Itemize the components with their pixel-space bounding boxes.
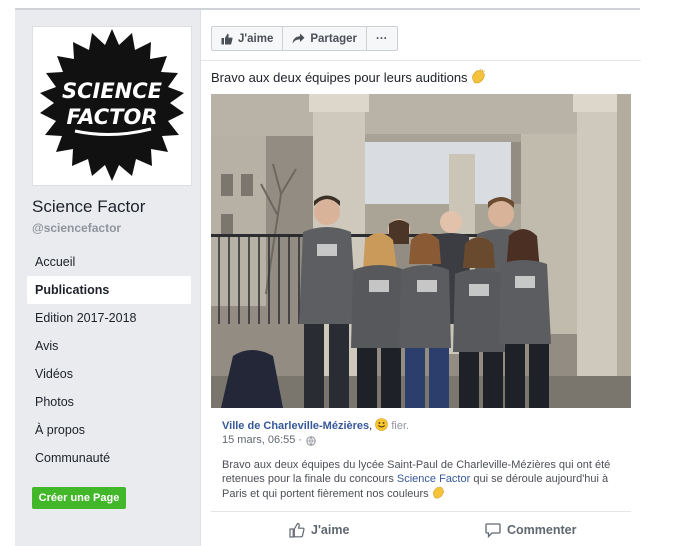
- science-factor-link[interactable]: Science Factor: [397, 473, 470, 485]
- nav-item-avis[interactable]: Avis: [27, 332, 191, 360]
- timestamp-text[interactable]: 15 mars, 06:55 ·: [222, 433, 302, 448]
- more-options-button[interactable]: ···: [367, 27, 397, 50]
- globe-icon: [306, 435, 316, 446]
- post-caption-text: Bravo aux deux équipes pour leurs auditi…: [211, 70, 468, 85]
- share-arrow-icon: [292, 33, 305, 44]
- nav-item-videos[interactable]: Vidéos: [27, 360, 191, 388]
- thumbs-up-icon: [221, 33, 233, 44]
- post-photo[interactable]: [211, 94, 631, 408]
- clap-emoji-icon: [432, 486, 444, 499]
- like-post-label: J'aime: [311, 523, 350, 537]
- group-photo-image: [211, 94, 631, 408]
- footer-divider: [211, 511, 631, 512]
- logo-text-factor: FACTOR: [66, 105, 157, 129]
- shared-post-text: Bravo aux deux équipes du lycée Saint-Pa…: [222, 458, 632, 501]
- shared-author-name[interactable]: Ville de Charleville-Mézières: [222, 420, 369, 432]
- page-title[interactable]: Science Factor: [32, 197, 145, 217]
- feeling-label: fier.: [391, 420, 410, 432]
- profile-picture[interactable]: SCIENCE FACTOR: [32, 26, 192, 186]
- post-card: J'aime Partager ··· Bravo aux deux équip…: [200, 10, 641, 546]
- page-handle[interactable]: @sciencefactor: [32, 221, 121, 235]
- clap-emoji-icon: [472, 69, 486, 84]
- like-post-button[interactable]: J'aime: [289, 519, 349, 541]
- shared-post-header: Ville de Charleville-Mézières, fier. 15 …: [222, 418, 632, 448]
- post-caption: Bravo aux deux équipes pour leurs auditi…: [211, 69, 486, 85]
- like-page-button[interactable]: J'aime: [212, 27, 284, 50]
- shared-author-line: Ville de Charleville-Mézières, fier.: [222, 418, 632, 433]
- nav-item-photos[interactable]: Photos: [27, 388, 191, 416]
- thumbs-up-icon: [289, 522, 305, 538]
- like-page-label: J'aime: [238, 32, 274, 45]
- left-sidebar: SCIENCE FACTOR Science Factor @sciencefa…: [15, 10, 200, 546]
- create-page-button[interactable]: Créer une Page: [32, 487, 126, 509]
- share-label: Partager: [310, 32, 358, 45]
- header-divider: [201, 60, 641, 61]
- nav-item-accueil[interactable]: Accueil: [27, 248, 191, 276]
- nav-item-edition[interactable]: Edition 2017-2018: [27, 304, 191, 332]
- post-footer-actions: J'aime Commenter: [201, 519, 641, 541]
- science-factor-logo: SCIENCE FACTOR: [40, 29, 184, 181]
- nav-item-a-propos[interactable]: À propos: [27, 416, 191, 444]
- shared-timestamp: 15 mars, 06:55 ·: [222, 433, 632, 448]
- comment-icon: [485, 523, 501, 538]
- page-action-bar: J'aime Partager ···: [211, 26, 398, 51]
- smile-emoji-icon: [375, 418, 389, 431]
- logo-text-science: SCIENCE: [62, 79, 163, 103]
- page-nav: Accueil Publications Edition 2017-2018 A…: [27, 248, 191, 472]
- nav-item-communaute[interactable]: Communauté: [27, 444, 191, 472]
- nav-item-publications[interactable]: Publications: [27, 276, 191, 304]
- share-button[interactable]: Partager: [283, 27, 368, 50]
- comment-button[interactable]: Commenter: [485, 519, 576, 541]
- author-comma: ,: [369, 420, 373, 432]
- comment-label: Commenter: [507, 523, 577, 537]
